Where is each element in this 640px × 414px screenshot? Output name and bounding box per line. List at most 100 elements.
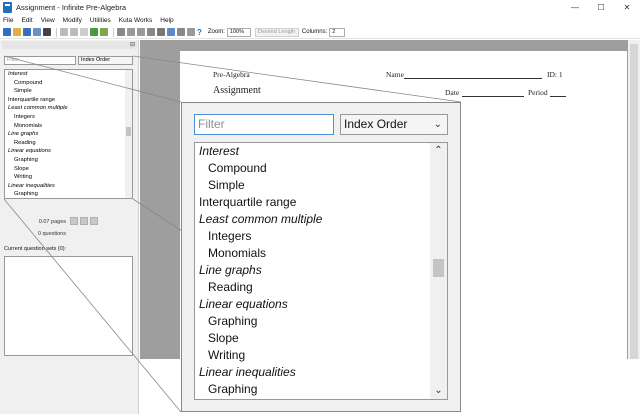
topic-item[interactable]: Integers [5,113,132,122]
topic-category[interactable]: Linear equations [5,147,132,156]
topic-item[interactable]: Slope [5,165,132,174]
document-scrollbar[interactable] [628,40,640,359]
delete-icon[interactable] [80,28,88,36]
scroll-up-icon[interactable]: ⌃ [430,144,447,158]
period-label: Period [528,88,548,97]
menu-edit[interactable]: Edit [21,17,32,24]
zoom-topic-list[interactable]: Interest Compound Simple Interquartile rang… [194,142,448,400]
zoom-magnifier: Filter Index Order ⌄ Interest Compound Sim… [181,102,461,412]
period-line [550,96,566,97]
shuffle-icon[interactable] [127,28,135,36]
layout-icon[interactable] [157,28,165,36]
undo-icon[interactable] [60,28,68,36]
zoom-topic-category[interactable]: Line graphs [195,262,447,279]
zoom-list-scrollbar[interactable]: ⌃ ⌄ [430,143,447,399]
subject-text: Pre-Algebra [213,70,250,79]
toolbar: ? Zoom: 100% Desired Length Columns: 2 [0,26,640,39]
topic-item[interactable]: Reading [5,139,132,148]
menu-bar: File Edit View Modify Utilities Kuta Wor… [0,15,640,26]
scrollbar-thumb[interactable] [126,127,131,136]
menu-utilities[interactable]: Utilities [90,17,111,24]
zoom-topic-category[interactable]: Least common multiple [195,211,447,228]
menu-help[interactable]: Help [160,17,173,24]
zoom-select[interactable]: 100% [226,27,251,37]
scroll-down-icon[interactable]: ⌄ [430,384,447,398]
topic-item[interactable]: Compound [5,79,132,88]
filter-input[interactable]: Filter [4,56,76,65]
zoom-topic-category[interactable]: Linear inequalities [195,364,447,381]
crossing-icon[interactable] [137,28,145,36]
date-label: Date [445,88,460,97]
topic-category[interactable]: Least common multiple [5,104,132,113]
window-controls: — ☐ ✕ [562,0,640,15]
topic-list-scrollbar[interactable] [125,70,132,198]
date-line [462,96,524,97]
toolbar-separator [113,27,114,37]
zoom-topic-item[interactable]: Graphing [195,313,447,330]
topic-item[interactable]: Graphing [5,156,132,165]
list-action-buttons [70,217,100,225]
zoom-topic-item[interactable]: Compound [195,160,447,177]
zoom-topic-category[interactable]: Interest [195,143,447,160]
topic-item[interactable]: Simple [5,87,132,96]
assignment-title: Assignment [213,85,261,96]
eye-icon[interactable] [117,28,125,36]
help-icon[interactable]: ? [197,28,202,37]
chevron-down-icon: ⌄ [433,119,442,130]
open-icon[interactable] [13,28,21,36]
zoom-topic-item[interactable]: Reading [195,279,447,296]
print-icon[interactable] [43,28,51,36]
menu-file[interactable]: File [3,17,13,24]
zoom-topic-item[interactable]: Interquartile range [195,194,447,211]
zoom-topic-item[interactable]: Slope [195,330,447,347]
topic-category[interactable]: Line graphs [5,130,132,139]
sort-icon[interactable] [100,28,108,36]
topic-item[interactable]: Graphing [5,190,132,198]
columns-label: Columns: [301,29,328,35]
zoom-topic-item[interactable]: Simple [195,177,447,194]
topic-item[interactable]: Interquartile range [5,96,132,105]
order-select[interactable]: Index Order [78,56,133,65]
worksheet-icon[interactable] [167,28,175,36]
zoom-topic-item[interactable]: Monomials [195,245,447,262]
zoom-order-select[interactable]: Index Order ⌄ [340,114,448,135]
current-sets-list[interactable] [4,256,133,356]
menu-view[interactable]: View [41,17,55,24]
regenerate-icon[interactable] [147,28,155,36]
chart-icon[interactable] [90,28,98,36]
zoom-topic-item[interactable]: Graphing [195,381,447,398]
zoom-topic-item[interactable]: Integers [195,228,447,245]
columns-select[interactable]: 2 [329,27,346,37]
menu-kuta-works[interactable]: Kuta Works [119,17,152,24]
page-icon[interactable] [187,28,195,36]
new-icon[interactable] [3,28,11,36]
maximize-button[interactable]: ☐ [588,0,614,15]
remove-question-button[interactable] [90,217,98,225]
save-as-icon[interactable] [33,28,41,36]
topic-list[interactable]: Interest Compound Simple Interquartile rang… [4,69,133,199]
name-label: Name [386,70,404,79]
name-line [404,78,542,79]
zoom-filter-input[interactable]: Filter [194,114,334,135]
topic-category[interactable]: Interest [5,70,132,79]
zoom-topic-category[interactable]: Linear equations [195,296,447,313]
save-icon[interactable] [23,28,31,36]
edit-question-button[interactable] [80,217,88,225]
desired-length-select[interactable]: Desired Length [254,27,299,37]
window-title: Assignment - Infinite Pre-Algebra [16,3,127,12]
menu-modify[interactable]: Modify [63,17,82,24]
topic-item[interactable]: Writing [5,173,132,182]
zoom-scrollbar-thumb[interactable] [433,259,444,277]
current-sets-label: Current question sets (0): [4,246,67,252]
topic-category[interactable]: Linear inequalities [5,182,132,191]
topic-item[interactable]: Monomials [5,122,132,131]
add-question-button[interactable] [70,217,78,225]
id-label: ID: 1 [547,70,563,79]
grid-icon[interactable] [177,28,185,36]
pin-icon[interactable]: ⊟ [130,41,135,48]
minimize-button[interactable]: — [562,0,588,15]
redo-icon[interactable] [70,28,78,36]
close-button[interactable]: ✕ [614,0,640,15]
zoom-topic-item[interactable]: Writing [195,347,447,364]
document-scrollbar-thumb[interactable] [630,44,638,359]
